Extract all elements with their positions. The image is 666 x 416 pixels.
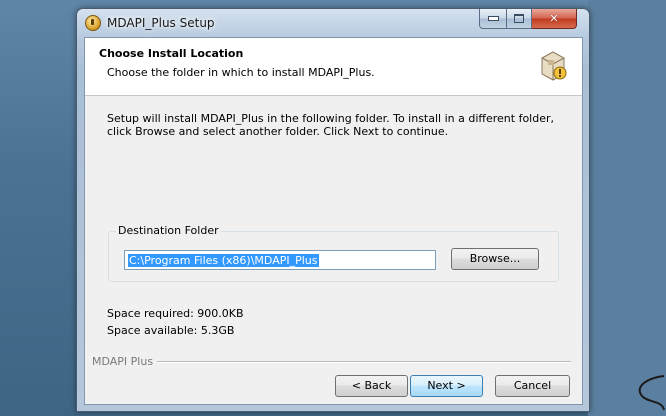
page-header: Choose Install Location Choose the folde… — [85, 38, 582, 96]
minimize-button[interactable] — [479, 9, 507, 29]
installer-app-icon — [85, 15, 101, 31]
next-button-label: Next > — [427, 379, 466, 392]
maximize-icon — [514, 14, 524, 23]
window-title: MDAPI_Plus Setup — [107, 16, 215, 30]
cancel-button-label: Cancel — [513, 379, 552, 392]
branding-text: MDAPI Plus — [92, 355, 158, 368]
back-button-label: < Back — [351, 379, 392, 392]
destination-path-value: C:\Program Files (x86)\MDAPI_Plus — [128, 254, 319, 267]
back-button[interactable]: < Back — [335, 375, 408, 397]
caption-buttons: ✕ — [479, 9, 577, 29]
close-icon: ✕ — [549, 12, 559, 25]
minimize-icon — [487, 16, 499, 21]
close-button[interactable]: ✕ — [532, 9, 577, 29]
cancel-button[interactable]: Cancel — [495, 375, 570, 397]
maximize-button[interactable] — [507, 9, 532, 29]
setup-window: MDAPI_Plus Setup ✕ Choose Install Locati… — [76, 8, 590, 412]
space-available: Space available: 5.3GB — [107, 324, 235, 337]
installer-box-icon — [541, 51, 567, 81]
space-required: Space required: 900.0KB — [107, 307, 244, 320]
desktop-right-area — [588, 0, 666, 416]
page-subtitle: Choose the folder in which to install MD… — [107, 66, 375, 79]
page-title: Choose Install Location — [99, 47, 244, 60]
destination-folder-label: Destination Folder — [116, 224, 221, 237]
dialog-client-area: Choose Install Location Choose the folde… — [84, 37, 583, 405]
browse-button[interactable]: Browse... — [451, 248, 539, 270]
desktop-wallpaper-squiggle — [638, 375, 665, 411]
intro-text: Setup will install MDAPI_Plus in the fol… — [107, 112, 554, 138]
browse-button-label: Browse... — [469, 252, 521, 265]
next-button[interactable]: Next > — [410, 375, 483, 397]
title-bar[interactable]: MDAPI_Plus Setup ✕ — [77, 9, 589, 37]
destination-folder-group: Destination Folder C:\Program Files (x86… — [108, 224, 559, 282]
destination-path-input[interactable]: C:\Program Files (x86)\MDAPI_Plus — [124, 250, 436, 270]
footer-divider — [151, 361, 571, 363]
